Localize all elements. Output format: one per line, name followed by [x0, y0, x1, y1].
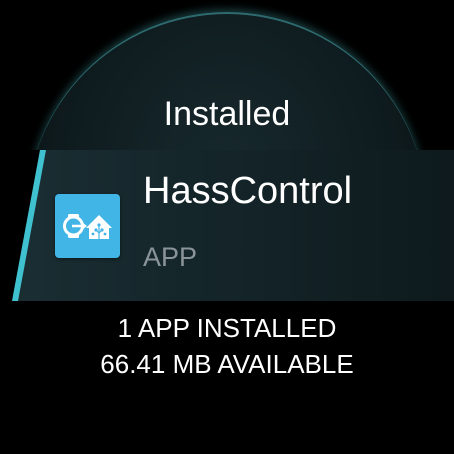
- watch-house-icon: [63, 214, 112, 239]
- hasscontrol-app-icon[interactable]: [55, 194, 120, 258]
- page-title: Installed: [163, 95, 291, 133]
- storage-available-text: 66.41 MB AVAILABLE: [100, 349, 354, 379]
- app-type-label: APP: [143, 242, 198, 272]
- installed-count-text: 1 APP INSTALLED: [117, 313, 337, 343]
- app-name: HassControl: [143, 170, 353, 212]
- watch-screen: Installed HassControl APP 1 APP INSTALLE…: [0, 0, 454, 454]
